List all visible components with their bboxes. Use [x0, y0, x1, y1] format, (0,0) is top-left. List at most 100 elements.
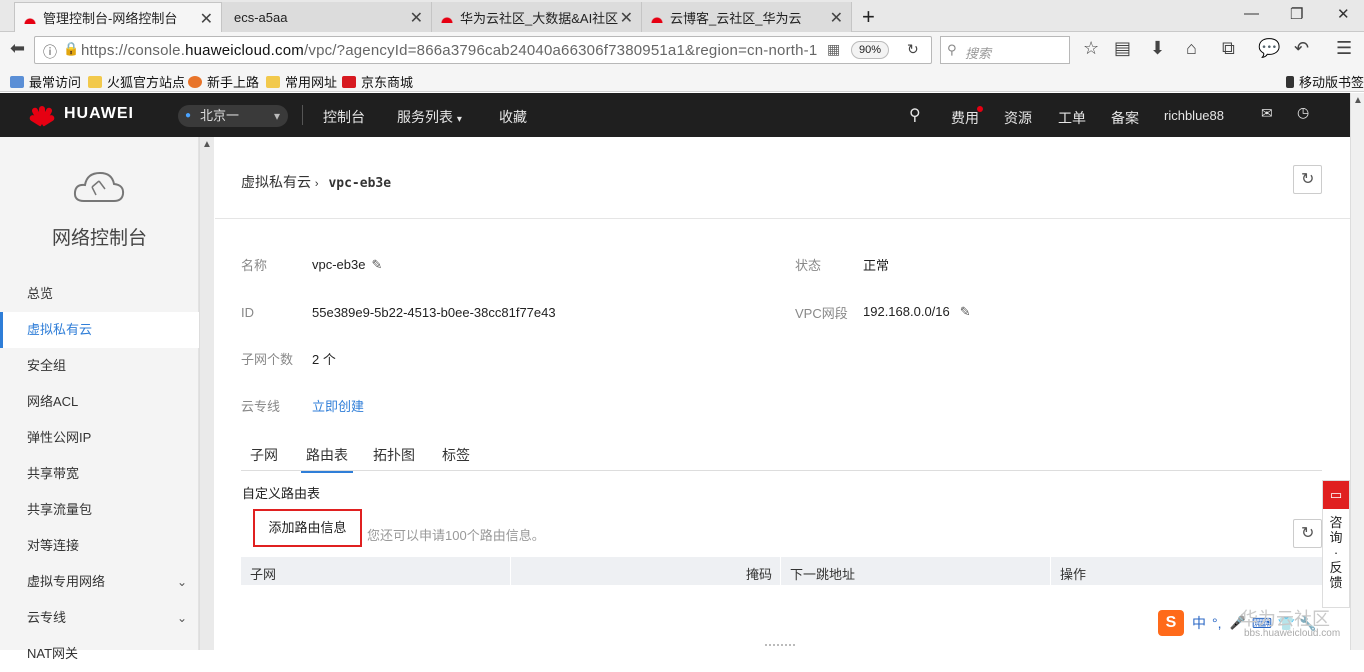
restore-window-icon[interactable]: ❐	[1290, 5, 1303, 23]
huawei-favicon-icon	[440, 11, 454, 23]
close-tab-icon[interactable]: ✕	[620, 8, 633, 28]
huawei-favicon-icon	[650, 11, 664, 23]
username[interactable]: richblue88	[1164, 108, 1224, 123]
refresh-icon: ↻	[1301, 525, 1315, 542]
search-icon[interactable]: ⚲	[909, 105, 921, 125]
search-input[interactable]: ⚲ 搜索	[940, 36, 1070, 64]
home-icon[interactable]: ⌂	[1186, 38, 1197, 59]
sogou-ime-icon: S	[1158, 610, 1184, 636]
reload-icon[interactable]: ↻	[907, 41, 919, 58]
tab-route-tables[interactable]: 路由表	[301, 445, 353, 473]
tab-subnets[interactable]: 子网	[250, 445, 278, 471]
new-tab-button[interactable]: +	[862, 4, 875, 30]
sidebar-item-network-acl[interactable]: 网络ACL	[0, 384, 199, 420]
nav-favorites[interactable]: 收藏	[499, 107, 527, 127]
main-content: 虚拟私有云 › vpc-eb3e ↻ 名称 vpc-eb3e ✎ 状态 正常 ID…	[215, 137, 1350, 650]
sidebar-item-shared-bandwidth[interactable]: 共享带宽	[0, 456, 199, 492]
chat-icon[interactable]: 💬	[1258, 38, 1280, 59]
refresh-button[interactable]: ↻	[1293, 165, 1322, 194]
edit-pencil-icon[interactable]: ✎	[371, 257, 382, 273]
bookmark-most-visited[interactable]: 最常访问	[10, 72, 81, 91]
feedback-chat-icon: ▭	[1323, 481, 1349, 509]
huawei-favicon-icon	[23, 11, 37, 24]
huawei-logo[interactable]: HUAWEI	[28, 104, 134, 127]
folder-icon	[266, 75, 280, 88]
sidebar-item-direct-connect[interactable]: 云专线 ⌄	[0, 600, 199, 636]
reading-list-icon[interactable]: ▤	[1114, 38, 1131, 59]
sidebar: 网络控制台 总览 虚拟私有云 安全组 网络ACL 弹性公网IP 共享带宽 共享流…	[0, 137, 199, 661]
nav-resources[interactable]: 资源	[1004, 108, 1032, 128]
download-icon[interactable]: ⬇	[1150, 38, 1165, 59]
zoom-level[interactable]: 90%	[851, 41, 889, 59]
refresh-routes-button[interactable]: ↻	[1293, 519, 1322, 548]
column-next-hop: 下一跳地址	[790, 567, 856, 582]
bookmark-mobile[interactable]: 移动版书签	[1286, 72, 1364, 91]
undo-icon[interactable]: ↶	[1294, 38, 1309, 59]
id-label: ID	[241, 305, 254, 320]
crop-icon[interactable]: ⧉	[1222, 38, 1235, 59]
nav-console[interactable]: 控制台	[323, 107, 365, 127]
qr-code-icon[interactable]: ▦	[827, 41, 840, 58]
tab-tags[interactable]: 标签	[442, 445, 470, 471]
drag-handle[interactable]	[765, 644, 795, 647]
sidebar-item-security-group[interactable]: 安全组	[0, 348, 199, 384]
folder-icon	[88, 75, 102, 88]
edit-pencil-icon[interactable]: ✎	[960, 304, 971, 320]
close-tab-icon[interactable]: ✕	[200, 9, 213, 29]
sidebar-item-peering[interactable]: 对等连接	[0, 528, 199, 564]
feedback-text: 咨询·反馈	[1329, 515, 1343, 590]
info-icon[interactable]: ⓘ	[43, 42, 57, 62]
bookmark-common-sites[interactable]: 常用网址	[266, 72, 337, 91]
mail-icon[interactable]: ✉	[1261, 105, 1273, 122]
nav-tickets[interactable]: 工单	[1058, 108, 1086, 128]
sidebar-scrollbar[interactable]: ▲	[199, 137, 214, 650]
sidebar-item-overview[interactable]: 总览	[0, 276, 199, 312]
browser-tab-blog[interactable]: 云博客_云社区_华为云 ✕	[642, 2, 852, 32]
ime-punctuation[interactable]: °,	[1212, 615, 1222, 631]
back-arrow-icon[interactable]: ⬅	[10, 38, 25, 59]
nav-service-list[interactable]: 服务列表 ▾	[397, 107, 462, 127]
address-bar[interactable]: ⓘ 🔒 https://console.huaweicloud.com/vpc/…	[34, 36, 932, 64]
bookmark-star-icon[interactable]: ☆	[1083, 38, 1099, 59]
column-divider	[510, 557, 511, 585]
browser-tab-ecs[interactable]: ecs-a5aa ✕	[222, 2, 432, 32]
sidebar-item-vpn[interactable]: 虚拟专用网络 ⌄	[0, 564, 199, 600]
scroll-up-icon[interactable]: ▲	[202, 139, 212, 150]
cidr-label: VPC网段	[795, 306, 848, 321]
search-placeholder: 搜索	[965, 46, 992, 61]
sidebar-item-vpc[interactable]: 虚拟私有云	[0, 312, 199, 348]
nav-filing[interactable]: 备案	[1111, 108, 1139, 128]
sidebar-item-nat-gateway[interactable]: NAT网关	[0, 636, 199, 672]
browser-tab-console[interactable]: 管理控制台-网络控制台 ✕	[14, 2, 222, 32]
chevron-down-icon: ▾	[456, 114, 462, 125]
tab-title: 管理控制台-网络控制台	[43, 11, 178, 26]
minimize-window-icon[interactable]: —	[1244, 5, 1259, 22]
region-selector[interactable]: 北京一	[178, 105, 288, 127]
direct-connect-label: 云专线	[241, 399, 281, 414]
feedback-widget[interactable]: ▭ 咨询·反馈	[1322, 480, 1350, 608]
sidebar-item-eip[interactable]: 弹性公网IP	[0, 420, 199, 456]
browser-tab-community[interactable]: 华为云社区_大数据&AI社区 ✕	[432, 2, 642, 32]
ime-mode[interactable]: 中	[1192, 613, 1206, 633]
browser-nav-bar: ⬅ ⓘ 🔒 https://console.huaweicloud.com/vp…	[0, 32, 1364, 68]
breadcrumb-parent[interactable]: 虚拟私有云	[241, 174, 311, 190]
url-text[interactable]: https://console.huaweicloud.com/vpc/?age…	[81, 42, 821, 59]
page-scrollbar[interactable]: ▲	[1350, 93, 1364, 650]
clock-icon[interactable]: ◷	[1297, 104, 1309, 121]
close-tab-icon[interactable]: ✕	[410, 8, 423, 28]
bookmark-getting-started[interactable]: 新手上路	[188, 72, 259, 91]
tab-topology[interactable]: 拓扑图	[373, 445, 415, 471]
close-window-icon[interactable]: ✕	[1337, 5, 1350, 23]
add-route-button[interactable]: 添加路由信息	[253, 509, 362, 547]
create-direct-connect-link[interactable]: 立即创建	[312, 396, 364, 415]
menu-icon[interactable]: ☰	[1336, 38, 1352, 59]
close-tab-icon[interactable]: ✕	[830, 8, 843, 28]
logo-text: HUAWEI	[64, 105, 134, 122]
bookmark-jd[interactable]: 京东商城	[342, 72, 413, 91]
bookmark-firefox-site[interactable]: 火狐官方站点	[88, 72, 185, 91]
firefox-icon	[188, 75, 202, 88]
scroll-up-icon[interactable]: ▲	[1353, 95, 1363, 106]
breadcrumb-separator-icon: ›	[314, 178, 319, 190]
nav-billing[interactable]: 费用	[951, 108, 979, 128]
sidebar-item-shared-data-package[interactable]: 共享流量包	[0, 492, 199, 528]
